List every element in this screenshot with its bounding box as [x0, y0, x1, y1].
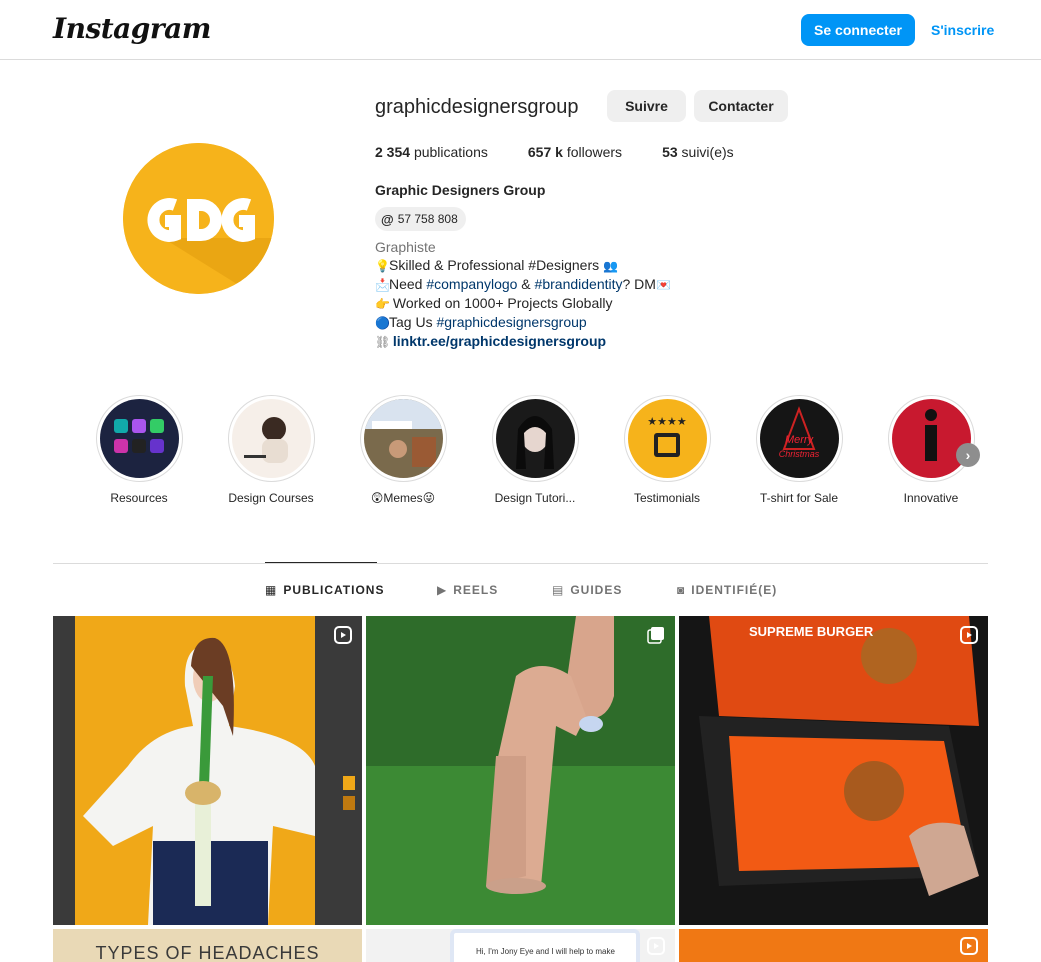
bio-line-3: 👉 Worked on 1000+ Projects Globally	[375, 295, 613, 311]
tagged-icon: ◙	[677, 583, 686, 597]
people-icon: 👥	[603, 259, 618, 273]
highlight-tshirt-for-sale[interactable]: Merry Christmas T-shirt for Sale	[744, 395, 854, 505]
highlight-cover: ★★★★	[627, 399, 707, 478]
blue-circle-icon: 🔵	[375, 316, 390, 330]
hashtag-brandidentity[interactable]: #brandidentity	[535, 276, 623, 292]
guides-icon: ▤	[552, 583, 565, 597]
posts-stat: 2 354 publications	[375, 144, 488, 160]
highlight-cover	[231, 399, 311, 478]
highlight-cover: Merry Christmas	[759, 399, 839, 478]
followers-stat[interactable]: 657 k followers	[528, 144, 622, 160]
post-image	[366, 616, 675, 925]
profile-category: Graphiste	[375, 239, 436, 255]
gdg-logo-image	[123, 143, 274, 294]
bio-line-4: 🔵Tag Us #graphicdesignersgroup	[375, 314, 587, 330]
link-icon: ⛓	[375, 335, 391, 349]
post-overlay-text: Hi, I'm Jony Eye and I will help to make	[476, 947, 615, 956]
tabs-divider	[53, 563, 988, 564]
login-button[interactable]: Se connecter	[801, 14, 915, 46]
active-tab-indicator	[265, 562, 377, 563]
post-tile[interactable]: Hi, I'm Jony Eye and I will help to make	[366, 929, 675, 962]
reel-icon	[960, 626, 978, 644]
profile-bio: Graphiste 💡Skilled & Professional #Desig…	[375, 238, 671, 351]
pointing-hand-icon: 👉	[375, 297, 390, 311]
bio-link[interactable]: linktr.ee/graphicdesignersgroup	[393, 333, 606, 349]
reel-icon	[960, 937, 978, 955]
svg-text:★★★★: ★★★★	[647, 416, 687, 428]
threads-icon: @	[381, 211, 394, 227]
highlight-cover	[99, 399, 179, 478]
svg-text:Christmas: Christmas	[778, 449, 819, 459]
post-overlay-text: TYPES OF HEADACHES	[95, 943, 320, 962]
following-stat[interactable]: 53 suivi(e)s	[662, 144, 734, 160]
signup-link[interactable]: S'inscrire	[931, 22, 994, 38]
follow-button[interactable]: Suivre	[607, 90, 686, 122]
tab-guides[interactable]: ▤ GUIDES	[552, 583, 622, 597]
hashtag-companylogo[interactable]: #companylogo	[426, 276, 517, 292]
highlight-testimonials[interactable]: ★★★★ Testimonials	[612, 395, 722, 505]
post-tile[interactable]	[679, 929, 988, 962]
profile-stats: 2 354 publications 657 k followers 53 su…	[375, 144, 774, 160]
lightbulb-icon: 💡	[375, 259, 390, 273]
reels-icon: ▶	[437, 583, 448, 597]
highlight-cover	[891, 399, 971, 478]
inbox-icon: 📩	[375, 278, 390, 292]
top-navigation-bar: Instagram Se connecter S'inscrire	[0, 0, 1041, 60]
instagram-logo[interactable]: Instagram	[53, 12, 211, 45]
profile-username: graphicdesignersgroup	[375, 96, 579, 118]
envelope-icon: 💌	[655, 278, 671, 292]
carousel-icon	[647, 627, 664, 644]
reel-icon	[647, 937, 665, 955]
post-tile[interactable]	[53, 616, 362, 925]
post-tile[interactable]: SUPREME BURGER	[679, 616, 988, 925]
post-tile[interactable]	[366, 616, 675, 925]
svg-text:Merry: Merry	[784, 434, 814, 446]
tab-publications[interactable]: ▦ PUBLICATIONS	[265, 583, 384, 597]
contact-button[interactable]: Contacter	[694, 90, 788, 122]
hashtag-graphicdesignersgroup[interactable]: #graphicdesignersgroup	[436, 314, 586, 330]
threads-count: 57 758 808	[397, 212, 458, 226]
profile-avatar[interactable]	[123, 143, 274, 294]
highlight-resources[interactable]: Resources	[84, 395, 194, 505]
reel-icon	[334, 626, 352, 644]
post-tile[interactable]: TYPES OF HEADACHES	[53, 929, 362, 962]
bio-link-row: ⛓ linktr.ee/graphicdesignersgroup	[375, 332, 670, 351]
post-overlay-text: SUPREME BURGER	[749, 624, 874, 639]
highlight-cover	[363, 399, 443, 478]
post-image	[53, 616, 362, 925]
highlight-cover	[495, 399, 575, 478]
highlight-design-courses[interactable]: Design Courses	[216, 395, 326, 505]
grid-icon: ▦	[265, 583, 278, 597]
highlight-design-tutorials[interactable]: Design Tutori...	[480, 395, 590, 505]
post-image: SUPREME BURGER	[679, 616, 988, 925]
profile-full-name: Graphic Designers Group	[375, 182, 546, 198]
highlight-memes[interactable]: 😲Memes😜	[348, 395, 458, 505]
threads-badge[interactable]: @ 57 758 808	[375, 207, 466, 231]
tab-tagged[interactable]: ◙ IDENTIFIÉ(E)	[677, 583, 777, 597]
tab-reels[interactable]: ▶ REELS	[437, 583, 498, 597]
highlights-next-arrow-icon[interactable]: ›	[956, 443, 980, 467]
bio-line-2: 📩Need #companylogo & #brandidentity? DM💌	[375, 276, 671, 292]
bio-line-1: 💡Skilled & Professional #Designers 👥	[375, 257, 618, 273]
